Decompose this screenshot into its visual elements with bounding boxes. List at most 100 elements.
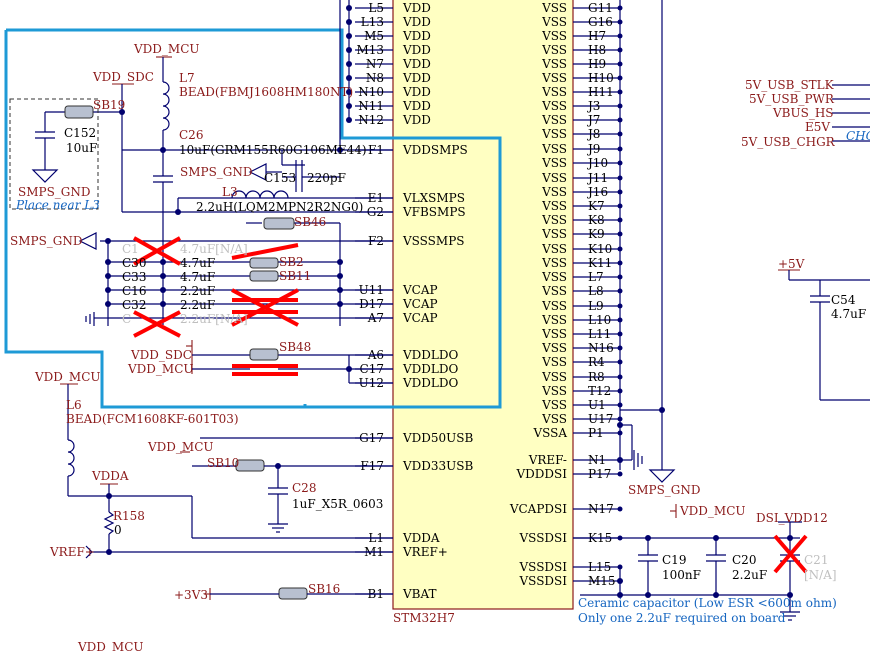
pin-name: VSS: [541, 213, 567, 227]
pin-number: H9: [588, 57, 606, 71]
l3-value: 2.2uH(LQM2MPN2R2NG0): [196, 200, 363, 214]
pin-name: VDDLDO: [402, 348, 458, 362]
c-dnp2-ref: C: [122, 312, 131, 326]
pin-name: VDDSMPS: [402, 143, 468, 157]
pin-name: VDDA: [402, 531, 440, 545]
c54-value: 4.7uF: [831, 307, 866, 321]
c-dnp2-value: 2.2uF[N/A]: [180, 312, 248, 326]
pin-name: VSSDSI: [519, 560, 568, 574]
pin-name: VCAP: [402, 283, 438, 297]
pin-name: VBAT: [402, 587, 437, 601]
pin-number: L9: [588, 299, 604, 313]
pin-name: VSS: [541, 199, 567, 213]
net-label-vdd-sdc-ldo: VDD_SDC: [130, 348, 192, 362]
pin-name: VSS: [541, 15, 567, 29]
pin-name: VSS: [541, 29, 567, 43]
pin-name: VSS: [541, 313, 567, 327]
l3-ref: L3: [222, 185, 238, 199]
pin-number: R8: [588, 370, 605, 384]
c33-value: 4.7uF: [180, 270, 215, 284]
pin-name: VSS: [541, 171, 567, 185]
pin-name: VSS: [541, 242, 567, 256]
vss-bus: [617, 0, 676, 483]
pin-number: H8: [588, 43, 606, 57]
c20-ref: C20: [732, 553, 756, 567]
pin-number: N17: [588, 502, 614, 516]
note-ceramic: Ceramic capacitor (Low ESR <600m ohm): [578, 596, 837, 610]
pin-name: VSS: [541, 57, 567, 71]
net-label-plus-5v: +5V: [778, 257, 805, 271]
net-label-vdd-mcu-l6: VDD_MCU: [34, 370, 101, 384]
net-label-vdd-mcu-usb: VDD_MCU: [147, 440, 214, 454]
pin-name: VSSA: [532, 426, 567, 440]
pin-number: L8: [588, 284, 604, 298]
pin-number: L13: [361, 15, 384, 29]
pin-number: K10: [588, 242, 612, 256]
pin-number: N16: [588, 341, 614, 355]
pin-name: VDDLDO: [402, 376, 458, 390]
net-label-5v-usb-pwr: 5V_USB_PWR: [749, 92, 835, 106]
pin-number: J16: [586, 185, 608, 199]
net-label-5v-usb-chgr: 5V_USB_CHGR: [741, 135, 836, 149]
pin-name: VSS: [541, 299, 567, 313]
mcu-part-name: STM32H7: [393, 611, 455, 625]
pin-name: VDD: [402, 1, 431, 15]
c26-value: 10uF(GRM155R60G106ME44): [179, 143, 367, 157]
pin-number: M13: [356, 43, 384, 57]
pin-name: VDD: [402, 113, 431, 127]
pin-name: VSS: [541, 370, 567, 384]
c32-value: 2.2uF: [180, 298, 215, 312]
c16-value: 2.2uF: [180, 284, 215, 298]
sb10-label: SB10: [207, 456, 239, 470]
c26-ref: C26: [179, 128, 203, 142]
sb16-label: SB16: [308, 582, 340, 596]
c28-ref: C28: [292, 481, 316, 495]
c-dnp1-ref: C1: [122, 242, 139, 256]
net-label-vdd-mcu-top: VDD_MCU: [133, 42, 200, 56]
c-dnp1-value: 4.7uF[N/A]: [180, 242, 248, 256]
pin-number: M5: [364, 29, 384, 43]
note-only-one: Only one 2.2uF required on board: [578, 611, 786, 625]
sb46-label: SB46: [294, 215, 326, 229]
net-label-vdd-sdc-top: VDD_SDC: [92, 70, 154, 84]
c152-ref: C152: [64, 126, 96, 140]
pin-name: VDD: [402, 71, 431, 85]
r158-value: 0: [114, 523, 122, 537]
net-label-dsi-vdd12: DSI_VDD12: [756, 511, 828, 525]
c153-value: 220pF: [307, 171, 346, 185]
c30-value: 4.7uF: [180, 256, 215, 270]
net-label-vdda: VDDA: [91, 469, 129, 483]
sb11-label: SB11: [279, 269, 311, 283]
pin-name: VSS: [541, 142, 567, 156]
pin-name: VSS: [541, 341, 567, 355]
pin-name: VDD: [402, 85, 431, 99]
c33-ref: C33: [122, 270, 146, 284]
pin-name: VSSSMPS: [402, 234, 465, 248]
pin-name: VREF+: [402, 545, 448, 559]
pin-number: L15: [588, 560, 611, 574]
pin-name: VLXSMPS: [402, 191, 465, 205]
net-label-plus-3v3: +3V3: [174, 588, 208, 602]
pin-name: VDD50USB: [402, 431, 474, 445]
pin-number: R4: [588, 355, 605, 369]
net-label-vdd-mcu-ldo: VDD_MCU: [127, 362, 194, 376]
pin-name: VSS: [541, 256, 567, 270]
sb2-label: SB2: [279, 255, 304, 269]
pin-name: VREF-: [528, 453, 567, 467]
c19-value: 100nF: [662, 568, 701, 582]
pin-number: L11: [588, 327, 611, 341]
net-label-e5v: E5V: [805, 120, 830, 134]
pin-number: T12: [588, 384, 611, 398]
pin-name: VDD: [402, 29, 431, 43]
pin-number: N8: [366, 71, 384, 85]
pin-number: G11: [588, 1, 613, 15]
pin-number: L10: [588, 313, 611, 327]
pin-number: K8: [588, 213, 605, 227]
pin-junction: [617, 506, 623, 512]
c153-ref: C153: [264, 171, 296, 185]
pin-number: K11: [588, 256, 612, 270]
pin-name: VDD: [402, 15, 431, 29]
c54-network: [778, 269, 870, 401]
pin-name: VSS: [541, 270, 567, 284]
pin-name: VDDDSI: [516, 467, 568, 481]
